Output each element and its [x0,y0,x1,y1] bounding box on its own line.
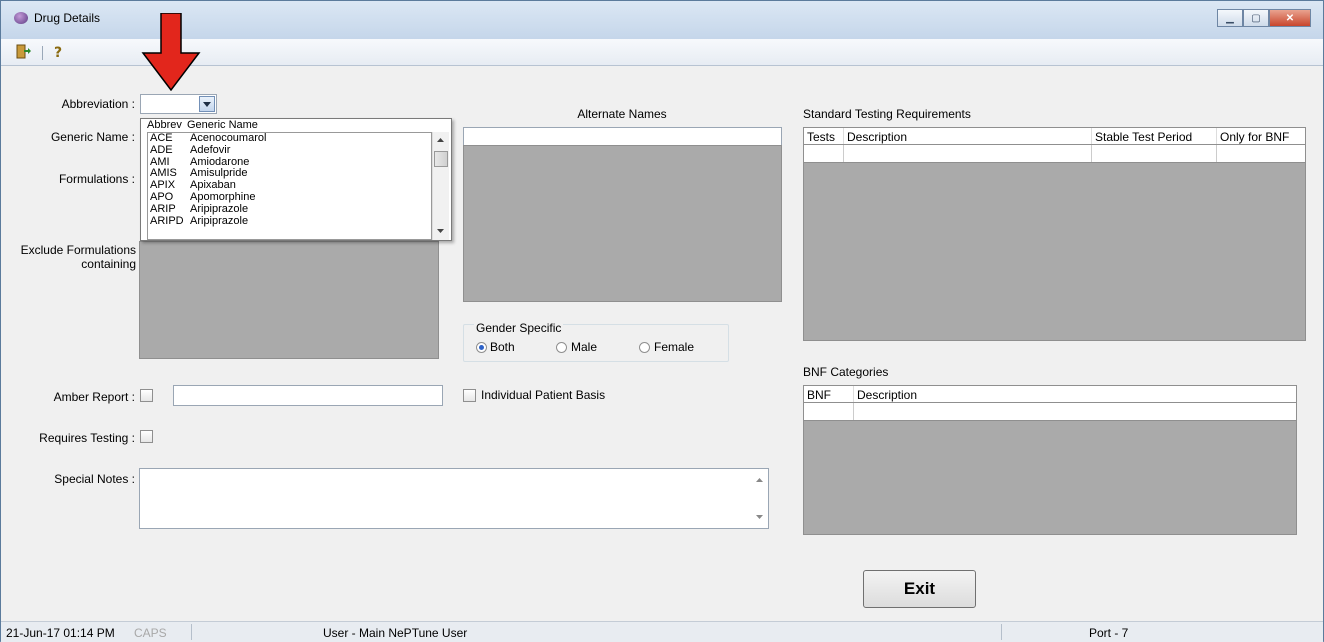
exit-button[interactable]: Exit [863,570,976,608]
close-icon: ✕ [1285,12,1295,24]
list-item[interactable]: APO Apomorphine [148,191,431,204]
status-bar: 21-Jun-17 01:14 PM CAPS User - Main NePT… [1,621,1323,642]
status-user: User - Main NePTune User [323,626,468,640]
close-button[interactable]: ✕ [1269,9,1311,27]
special-notes-label: Special Notes : [54,472,135,486]
maximize-icon: ▢ [1251,12,1261,24]
door-exit-icon[interactable] [15,44,31,63]
gender-male-radio[interactable] [556,342,567,353]
bnf-grid-body[interactable] [803,420,1297,535]
gender-both-label[interactable]: Both [490,340,515,354]
abbreviation-dropdown-button[interactable] [199,96,215,112]
table-row[interactable] [803,145,1306,163]
abbreviation-input[interactable] [143,96,195,111]
exclude-formulations-label: Exclude Formulations [20,243,136,257]
list-item[interactable]: ARIP Aripiprazole [148,203,431,216]
gender-female-radio[interactable] [639,342,650,353]
svg-text:?: ? [54,45,62,60]
individual-patient-label[interactable]: Individual Patient Basis [481,388,605,402]
bnf-col-bnf[interactable]: BNF [804,386,854,402]
dropdown-scrollbar[interactable] [432,132,449,240]
scroll-down-icon[interactable] [756,515,763,519]
alternate-names-list[interactable] [463,145,782,302]
individual-patient-checkbox[interactable] [463,389,476,402]
scroll-up-icon[interactable] [756,478,763,482]
abbreviation-combo[interactable] [140,94,217,114]
dropdown-col-abbrev: Abbrev [147,119,182,131]
testing-grid-header: Tests Description Stable Test Period Onl… [803,127,1306,145]
dropdown-scroll-thumb[interactable] [434,151,448,167]
chevron-down-icon [203,101,211,107]
status-caps: CAPS [134,626,167,640]
testing-grid-body[interactable] [803,162,1306,341]
amber-report-input[interactable] [173,385,443,406]
gender-specific-legend: Gender Specific [474,321,564,335]
amber-report-label: Amber Report : [53,390,135,404]
testing-requirements-label: Standard Testing Requirements [803,107,971,121]
window-title: Drug Details [34,11,101,25]
list-item[interactable]: ARIPD Aripiprazole [148,215,431,228]
requires-testing-label: Requires Testing : [39,431,135,445]
exclude-formulations-label-cont: containing [81,257,136,271]
drug-details-window: Drug Details ▁ ▢ ✕ ? Abbreviation : Gene… [0,0,1324,642]
status-separator [1001,624,1002,640]
testing-col-tests[interactable]: Tests [804,128,844,144]
special-notes-textarea[interactable] [139,468,769,529]
list-item[interactable]: ADE Adefovir [148,144,431,157]
abbreviation-label: Abbreviation : [61,97,135,111]
alternate-names-input[interactable] [463,127,782,146]
abbreviation-dropdown-list[interactable]: Abbrev Generic Name ACE Acenocoumarol ADE… [140,118,452,241]
maximize-button[interactable]: ▢ [1243,9,1269,27]
gender-both-radio[interactable] [476,342,487,353]
bnf-categories-label: BNF Categories [803,365,889,379]
window-controls: ▁ ▢ ✕ [1217,9,1311,27]
status-separator [191,624,192,640]
testing-col-description[interactable]: Description [844,128,1092,144]
help-icon[interactable]: ? [52,44,66,63]
dropdown-col-generic-name: Generic Name [187,119,258,131]
exclude-formulations-list[interactable] [139,241,439,359]
testing-col-stable-period[interactable]: Stable Test Period [1092,128,1217,144]
scroll-up-icon[interactable] [437,138,444,142]
table-row[interactable] [803,403,1297,421]
testing-col-only-bnf[interactable]: Only for BNF [1217,128,1305,144]
minimize-button[interactable]: ▁ [1217,9,1243,27]
dropdown-header: Abbrev Generic Name [147,119,258,131]
bnf-grid-header: BNF Description [803,385,1297,403]
red-arrow-icon [141,13,201,91]
amber-report-checkbox[interactable] [140,389,153,402]
gender-female-label[interactable]: Female [654,340,694,354]
gender-male-label[interactable]: Male [571,340,597,354]
requires-testing-checkbox[interactable] [140,430,153,443]
toolbar-separator [42,46,43,60]
alternate-names-label: Alternate Names [577,107,667,121]
minimize-icon: ▁ [1226,12,1234,24]
bnf-col-description[interactable]: Description [854,386,1296,402]
status-port: Port - 7 [1089,626,1129,640]
app-icon [14,12,28,24]
scroll-down-icon[interactable] [437,229,444,233]
formulations-label: Formulations : [58,172,135,186]
status-datetime: 21-Jun-17 01:14 PM [6,626,115,640]
dropdown-rows: ACE Acenocoumarol ADE Adefovir AMI Amiodaro… [147,132,432,240]
generic-name-label: Generic Name : [50,130,135,144]
